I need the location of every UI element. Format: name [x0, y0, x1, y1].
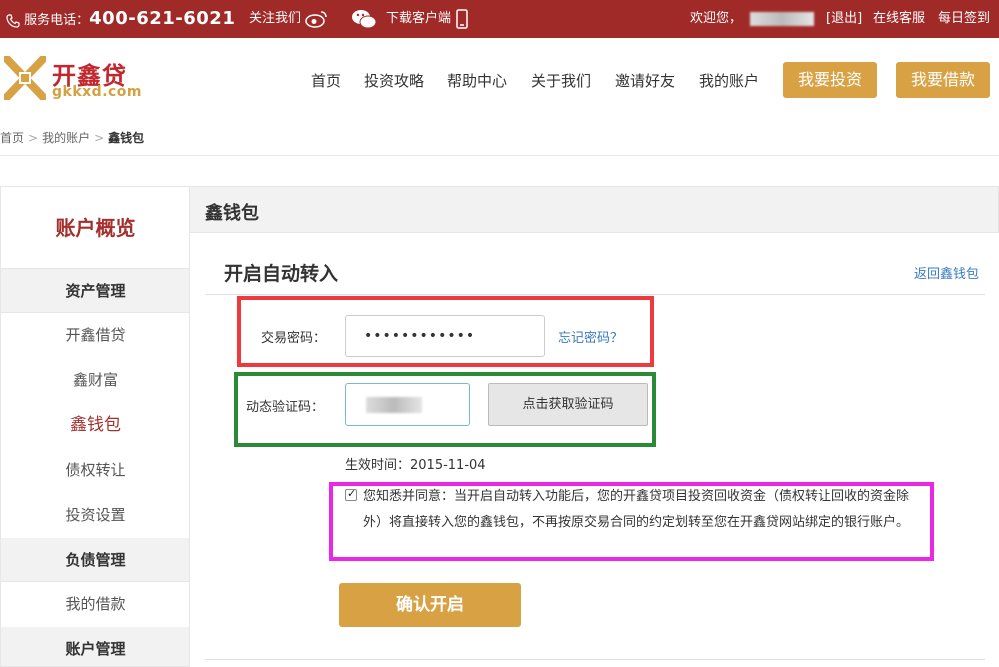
- daily-checkin-link[interactable]: 每日签到: [938, 0, 990, 38]
- site-header: 开鑫贷 gkkxd.com 首页 投资攻略 帮助中心 关于我们 邀请好友 我的账…: [0, 38, 999, 120]
- divider: [0, 155, 999, 156]
- effective-date: 生效时间：2015-11-04: [345, 458, 486, 473]
- service-phone: 服务电话：400-621-6021: [6, 0, 235, 38]
- breadcrumb-current: 鑫钱包: [108, 131, 145, 145]
- welcome-label: 欢迎您，: [690, 11, 743, 26]
- top-bar: 服务电话：400-621-6021 关注我们 下载客户端 欢迎您， [退出] 在…: [0, 0, 999, 38]
- sidebar-group-liabilities: 负债管理: [1, 538, 190, 582]
- account-sidebar: 账户概览 资产管理 开鑫借贷 鑫财富 鑫钱包 债权转让 投资设置 负债管理 我的…: [0, 186, 190, 667]
- back-to-wallet-link[interactable]: 返回鑫钱包: [914, 263, 979, 282]
- mobile-icon: [455, 8, 469, 29]
- section-title: 开启自动转入: [224, 263, 339, 285]
- borrow-button[interactable]: 我要借款: [896, 62, 990, 98]
- wechat-icon[interactable]: [351, 0, 377, 38]
- sidebar-group-account: 账户管理: [1, 627, 190, 666]
- verification-code-input[interactable]: [345, 383, 470, 426]
- get-code-button[interactable]: 点击获取验证码: [488, 383, 648, 426]
- sidebar-item-invest-settings[interactable]: 投资设置: [1, 493, 190, 538]
- breadcrumb: 首页 > 我的账户 > 鑫钱包: [0, 129, 144, 146]
- invest-button[interactable]: 我要投资: [783, 62, 877, 98]
- follow-us-label: 关注我们: [249, 11, 302, 26]
- logo-mark-icon: [0, 52, 50, 104]
- confirm-enable-button[interactable]: 确认开启: [339, 583, 521, 627]
- online-service-link[interactable]: 在线客服: [873, 0, 925, 38]
- welcome-text: 欢迎您，: [690, 0, 742, 38]
- sidebar-item-xin-wealth[interactable]: 鑫财富: [1, 358, 190, 403]
- breadcrumb-home[interactable]: 首页: [0, 131, 24, 145]
- verification-code-label: 动态验证码：: [246, 400, 325, 415]
- phone-number: 400-621-6021: [89, 8, 236, 29]
- sidebar-item-xin-wallet[interactable]: 鑫钱包: [1, 403, 190, 448]
- nav-my-account[interactable]: 我的账户: [699, 70, 759, 91]
- nav-invest-guide[interactable]: 投资攻略: [364, 70, 424, 91]
- logout-link[interactable]: [退出]: [826, 0, 862, 38]
- sidebar-item-debt-transfer[interactable]: 债权转让: [1, 448, 190, 493]
- breadcrumb-separator: >: [94, 131, 105, 145]
- main-header: 鑫钱包: [190, 186, 999, 233]
- nav-help-center[interactable]: 帮助中心: [447, 70, 507, 91]
- download-label: 下载客户端: [386, 11, 452, 26]
- breadcrumb-separator: >: [28, 131, 39, 145]
- forgot-password-link[interactable]: 忘记密码？: [558, 327, 623, 346]
- nav-home[interactable]: 首页: [311, 70, 341, 91]
- follow-us-link[interactable]: 关注我们: [249, 0, 329, 38]
- site-logo[interactable]: 开鑫贷 gkkxd.com: [0, 52, 154, 104]
- service-label: 服务电话：: [24, 13, 90, 28]
- divider: [205, 659, 985, 660]
- sidebar-item-my-loans[interactable]: 我的借款: [1, 582, 190, 627]
- breadcrumb-account[interactable]: 我的账户: [42, 131, 90, 145]
- nav-invite-friends[interactable]: 邀请好友: [615, 70, 675, 91]
- sidebar-item-kaixin-lending[interactable]: 开鑫借贷: [1, 313, 190, 358]
- phone-icon: [6, 13, 24, 28]
- agreement-text: 您知悉并同意：当开启自动转入功能后，您的开鑫贷项目投资回收资金（债权转让回收的资…: [363, 489, 910, 530]
- masked-code-value: [366, 397, 422, 413]
- sidebar-title-overview[interactable]: 账户概览: [1, 187, 190, 269]
- agreement-checkbox[interactable]: [345, 487, 357, 501]
- divider: [205, 294, 985, 295]
- password-label: 交易密码：: [261, 331, 327, 346]
- logo-domain: gkkxd.com: [52, 84, 143, 100]
- sidebar-group-assets: 资产管理: [1, 269, 190, 313]
- main-header-title: 鑫钱包: [205, 203, 259, 224]
- divider: [189, 186, 190, 667]
- username-masked: [750, 0, 814, 38]
- nav-about-us[interactable]: 关于我们: [531, 70, 591, 91]
- weibo-icon[interactable]: [305, 10, 329, 28]
- download-client-link[interactable]: 下载客户端: [386, 0, 469, 38]
- password-input[interactable]: ••••••••••••: [345, 315, 545, 357]
